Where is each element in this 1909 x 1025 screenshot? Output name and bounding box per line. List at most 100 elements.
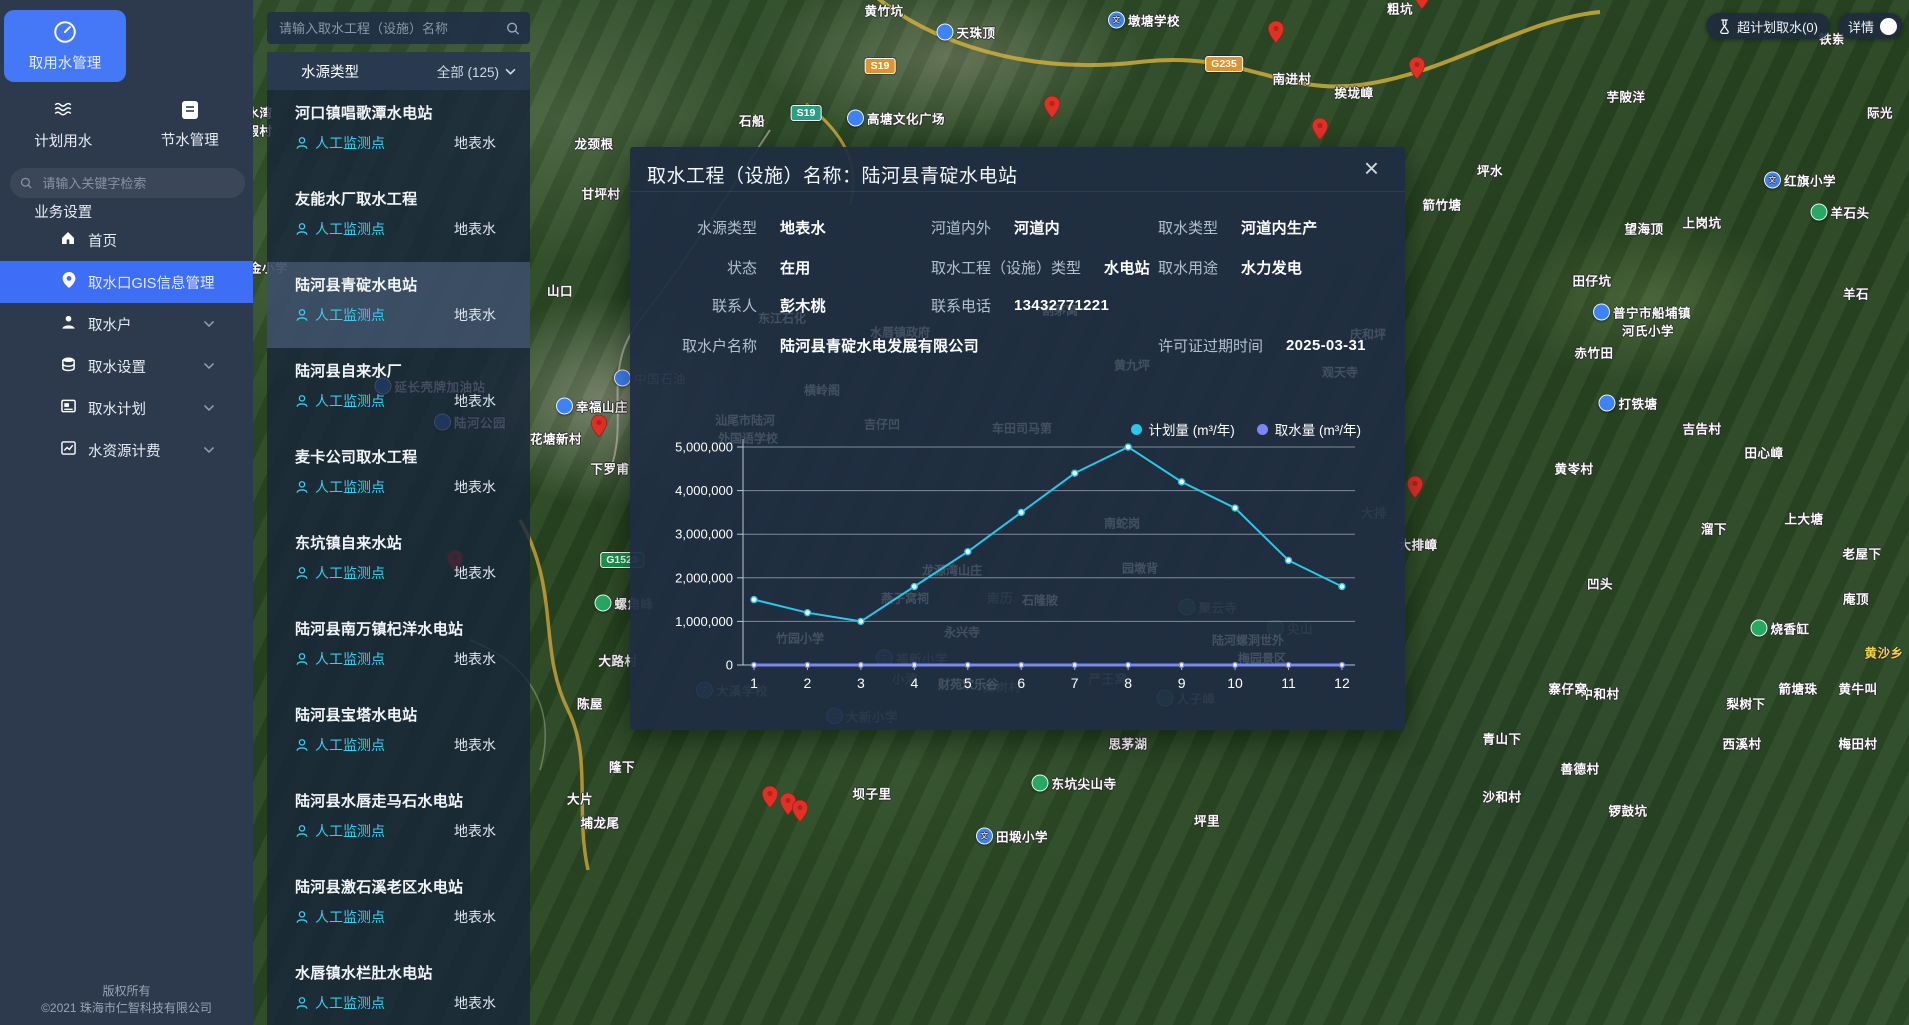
map-label: 芋陂洋 <box>1606 87 1645 106</box>
monitor-type: 人工监测点 <box>315 821 385 841</box>
school-poi-icon[interactable] <box>614 370 631 387</box>
list-item-title: 陆河县南万镇杞洋水电站 <box>295 618 514 639</box>
school-poi-icon[interactable]: 文 <box>976 828 993 845</box>
list-item[interactable]: 陆河县水唇走马石水电站 人工监测点 地表水 <box>267 778 530 864</box>
scenic-poi-icon[interactable] <box>1031 775 1048 792</box>
toggle-knob[interactable] <box>1880 18 1897 35</box>
map-label: 羊石头 <box>1810 203 1869 222</box>
scenic-poi-icon[interactable] <box>594 595 611 612</box>
map-label: 梨树下 <box>1726 694 1765 713</box>
chevron-down-icon <box>203 404 215 412</box>
road-badge: S19 <box>865 58 896 74</box>
list-item-title: 友能水厂取水工程 <box>295 188 514 209</box>
sidebar: 取用水管理计划用水节水管理业务设置 首页取水口GIS信息管理取水户取水设置取水计… <box>0 0 253 1025</box>
school-poi-icon[interactable] <box>556 398 573 415</box>
map-label: 老屋下 <box>1842 544 1881 563</box>
document-icon <box>178 98 202 122</box>
map-pin[interactable] <box>1414 0 1430 9</box>
school-poi-icon[interactable] <box>1593 304 1610 321</box>
facility-search[interactable] <box>267 12 530 44</box>
map-pin[interactable] <box>1407 476 1423 498</box>
svg-text:6: 6 <box>1017 675 1025 691</box>
map-label: 箭塘珠 <box>1778 679 1817 698</box>
facility-search-input[interactable] <box>277 20 506 37</box>
chevron-down-icon <box>203 446 215 454</box>
map-pin[interactable] <box>1268 21 1284 43</box>
over-plan-intake-button[interactable]: 超计划取水(0) <box>1706 13 1830 39</box>
map-label: 普宁市船埔镇 <box>1593 303 1691 322</box>
search-icon <box>506 21 520 36</box>
home-icon <box>60 230 76 246</box>
sidebar-item-bill[interactable]: 水资源计费 <box>0 429 253 471</box>
list-item[interactable]: 河口镇唱歌潭水电站 人工监测点 地表水 <box>267 90 530 176</box>
map-pin[interactable] <box>762 786 778 808</box>
scenic-poi-icon[interactable] <box>1810 204 1827 221</box>
map-label: 石船 <box>739 111 765 130</box>
list-item[interactable]: 水唇镇水栏肚水电站 人工监测点 地表水 <box>267 950 530 1025</box>
sidebar-item-home[interactable]: 首页 <box>0 219 253 261</box>
school-poi-icon[interactable] <box>936 24 953 41</box>
map-label: 吉告村 <box>1682 419 1721 438</box>
map-label: 高塘文化广场 <box>847 109 945 128</box>
list-item[interactable]: 陆河县青碇水电站 人工监测点 地表水 <box>267 262 530 348</box>
school-poi-icon[interactable]: 文 <box>1764 172 1781 189</box>
detail-toggle[interactable]: 详情 <box>1838 13 1903 39</box>
map-label: 寨仔窝 <box>1548 679 1587 698</box>
gauge-icon <box>52 19 78 45</box>
module-waves[interactable]: 计划用水 <box>0 86 127 158</box>
map-label: 南进村 <box>1272 69 1311 88</box>
map-pin[interactable] <box>1044 96 1060 118</box>
list-item[interactable]: 陆河县宝塔水电站 人工监测点 地表水 <box>267 692 530 778</box>
school-poi-icon[interactable] <box>1598 395 1615 412</box>
map-pin[interactable] <box>1409 57 1425 79</box>
sidebar-item-db[interactable]: 取水设置 <box>0 345 253 387</box>
map-label: 思茅湖 <box>1108 734 1147 753</box>
sidebar-search[interactable] <box>10 168 245 198</box>
water-source-type: 地表水 <box>454 563 496 583</box>
search-icon <box>20 176 32 190</box>
map-label: 田仔坑 <box>1572 271 1611 290</box>
map-label: 山口 <box>547 281 573 300</box>
source-type-filter[interactable]: 全部 (125) <box>437 61 516 81</box>
monitor-type: 人工监测点 <box>315 649 385 669</box>
list-item[interactable]: 陆河县激石溪老区水电站 人工监测点 地表水 <box>267 864 530 950</box>
list-item[interactable]: 友能水厂取水工程 人工监测点 地表水 <box>267 176 530 262</box>
list-header: 水源类型 全部 (125) <box>267 52 530 90</box>
svg-text:8: 8 <box>1124 675 1132 691</box>
map-pin[interactable] <box>1312 118 1328 140</box>
flask-icon <box>1718 19 1731 34</box>
sidebar-item-plan[interactable]: 取水计划 <box>0 387 253 429</box>
map-label: 望海顶 <box>1624 219 1663 238</box>
sidebar-item-pin[interactable]: 取水口GIS信息管理 <box>0 261 253 303</box>
map-pin[interactable] <box>591 415 607 437</box>
user-icon <box>61 315 76 330</box>
chevron-down-icon <box>203 362 215 370</box>
school-poi-icon[interactable] <box>847 110 864 127</box>
person-icon <box>295 738 309 752</box>
list-item[interactable]: 陆河县南万镇杞洋水电站 人工监测点 地表水 <box>267 606 530 692</box>
map-label: 坪水 <box>1477 161 1503 180</box>
list-item[interactable]: 麦卡公司取水工程 人工监测点 地表水 <box>267 434 530 520</box>
sidebar-item-user[interactable]: 取水户 <box>0 303 253 345</box>
school-poi-icon[interactable]: 文 <box>1108 12 1125 29</box>
map-label: 幸福山庄 <box>556 397 628 416</box>
map-label: 青山下 <box>1482 729 1521 748</box>
monitor-type: 人工监测点 <box>315 219 385 239</box>
map-label: 埔龙尾 <box>580 813 619 832</box>
map-label: 河氏小学 <box>1622 321 1674 340</box>
road-badge: S19 <box>791 105 822 121</box>
list-item[interactable]: 陆河县自来水厂 人工监测点 地表水 <box>267 348 530 434</box>
list-item[interactable]: 东坑镇自来水站 人工监测点 地表水 <box>267 520 530 606</box>
person-icon <box>295 394 309 408</box>
map-label: 坪里 <box>1194 811 1220 830</box>
filter-value-text: 全部 (125) <box>437 61 499 81</box>
scenic-poi-icon[interactable] <box>1750 620 1767 637</box>
module-doc[interactable]: 节水管理 <box>127 86 254 158</box>
map-label: 粗坑 <box>1387 0 1413 18</box>
map-label: 龙颈根 <box>574 134 613 153</box>
water-source-type: 地表水 <box>454 391 496 411</box>
person-icon <box>295 652 309 666</box>
map-pin[interactable] <box>792 800 808 822</box>
module-gauge[interactable]: 取用水管理 <box>4 10 126 82</box>
sidebar-search-input[interactable] <box>40 175 235 192</box>
